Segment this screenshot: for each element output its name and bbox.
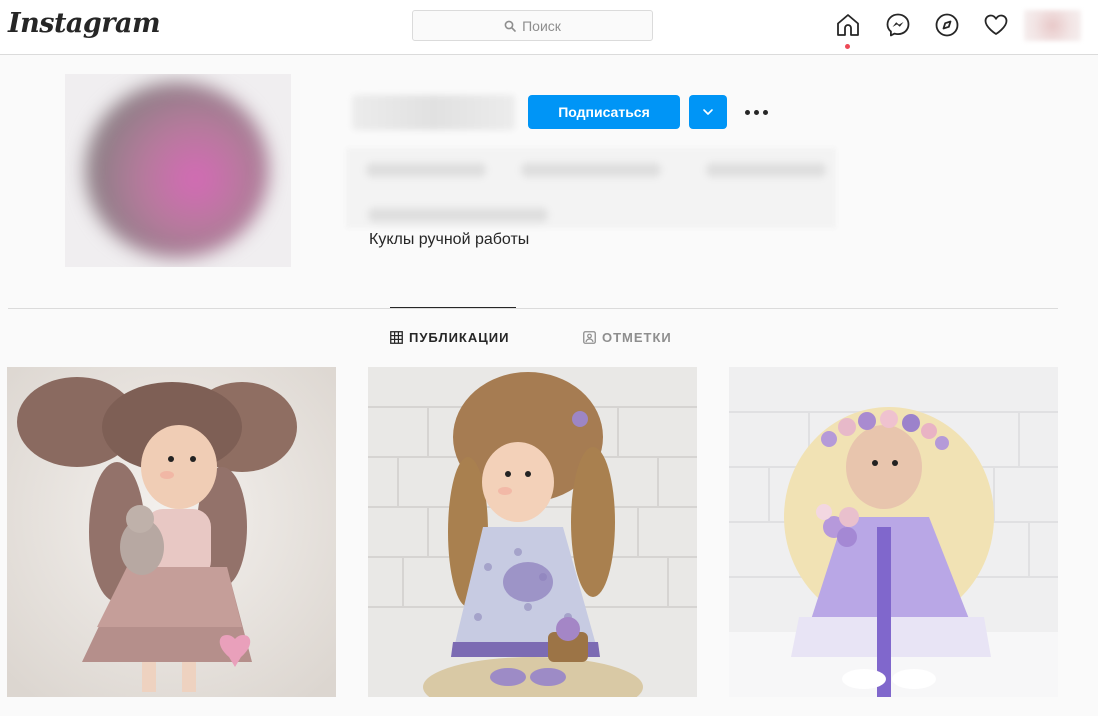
dot-icon [762,109,768,115]
post-thumbnail[interactable] [729,367,1058,697]
follow-button[interactable]: Подписаться [528,95,680,129]
grid-icon [390,331,403,344]
profile-avatar[interactable] [1024,10,1081,41]
messenger-icon[interactable] [885,12,911,38]
post-thumbnail[interactable] [368,367,697,697]
search-placeholder: Поиск [522,17,561,34]
tab-posts[interactable]: ПУБЛИКАЦИИ [390,330,509,345]
tagged-icon [583,331,596,344]
more-options-button[interactable] [740,101,772,123]
top-navigation-bar: Instagram Поиск [0,0,1098,55]
heart-icon[interactable] [983,12,1009,38]
doll-photo-3 [729,367,1058,697]
tabs-divider [8,308,1058,309]
tab-tagged-label: ОТМЕТКИ [602,330,672,345]
search-input[interactable]: Поиск [412,10,653,41]
profile-picture-blurred [85,82,269,258]
doll-photo-2 [368,367,697,697]
doll-photo-1 [7,367,336,697]
post-thumbnail[interactable] [7,367,336,697]
profile-bio: Куклы ручной работы [369,231,530,248]
dot-icon [753,109,759,115]
active-tab-indicator [390,307,516,308]
chevron-down-icon [703,109,713,115]
instagram-logo[interactable]: Instagram [8,8,161,39]
profile-stats-redacted [346,148,836,228]
tab-tagged[interactable]: ОТМЕТКИ [583,330,672,345]
home-icon[interactable] [835,12,861,38]
username-redacted [352,95,515,130]
dot-icon [744,109,750,115]
suggested-dropdown-button[interactable] [689,95,727,129]
tab-posts-label: ПУБЛИКАЦИИ [409,330,510,345]
profile-picture[interactable] [65,74,291,267]
home-notification-dot [845,44,850,49]
search-icon [504,20,516,32]
explore-icon[interactable] [934,12,960,38]
